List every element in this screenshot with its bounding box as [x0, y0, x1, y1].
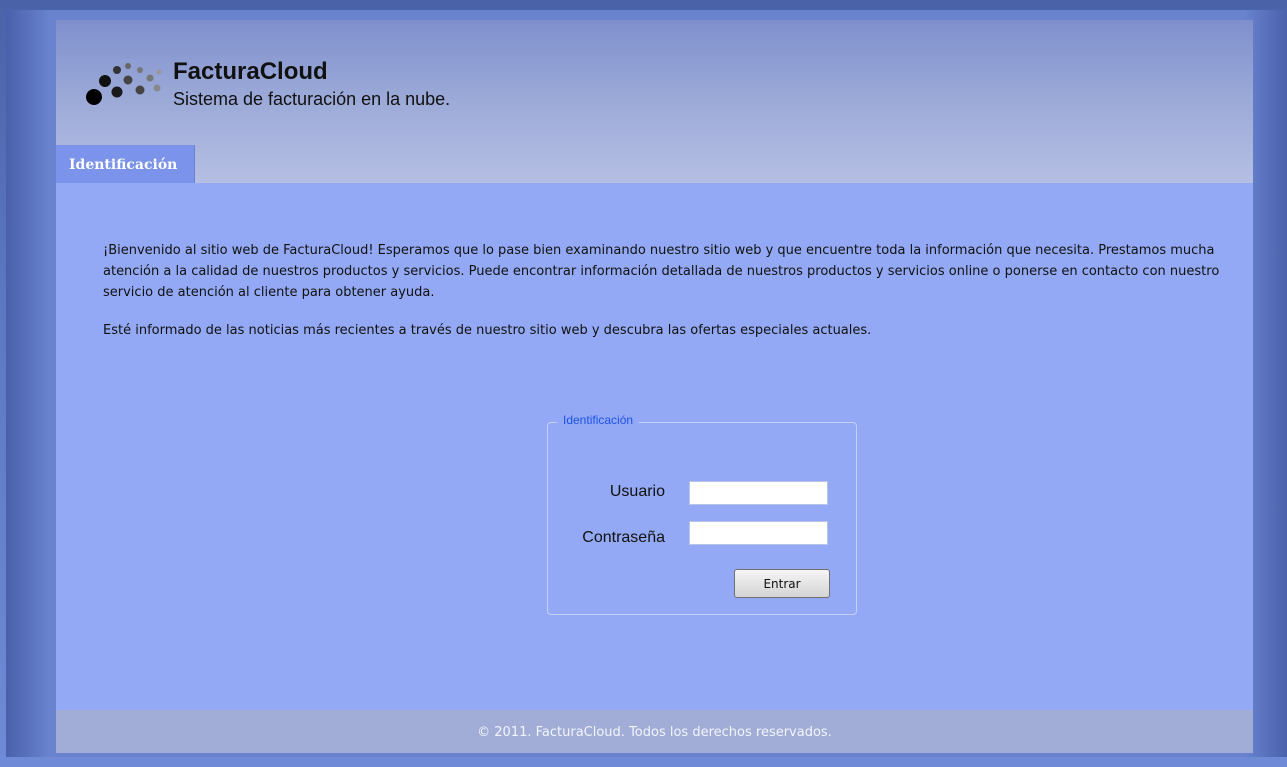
copyright-text: © 2011. FacturaCloud. Todos los derechos…	[477, 725, 832, 740]
login-button[interactable]: Entrar	[734, 569, 830, 598]
site-header: FacturaCloud Sistema de facturación en l…	[56, 20, 1253, 183]
username-input[interactable]	[689, 481, 828, 505]
password-input[interactable]	[689, 521, 828, 545]
welcome-paragraph: ¡Bienvenido al sitio web de FacturaCloud…	[103, 243, 1220, 300]
tab-identificacion[interactable]: Identificación	[56, 145, 195, 183]
news-paragraph: Esté informado de las noticias más recie…	[103, 323, 872, 338]
login-fieldset: Identificación Usuario Contraseña Entrar	[547, 413, 857, 615]
username-label: Usuario	[609, 483, 665, 500]
browser-viewport: FacturaCloud Sistema de facturación en l…	[6, 10, 1287, 757]
site-footer: © 2011. FacturaCloud. Todos los derechos…	[56, 710, 1253, 753]
dots-logo-icon	[86, 63, 162, 105]
login-legend: Identificación	[557, 413, 640, 427]
page-container: FacturaCloud Sistema de facturación en l…	[56, 20, 1253, 753]
password-label: Contraseña	[582, 529, 665, 546]
welcome-text: ¡Bienvenido al sitio web de FacturaCloud…	[103, 240, 1223, 341]
brand-name: FacturaCloud	[173, 58, 328, 85]
brand-tagline: Sistema de facturación en la nube.	[173, 89, 451, 109]
